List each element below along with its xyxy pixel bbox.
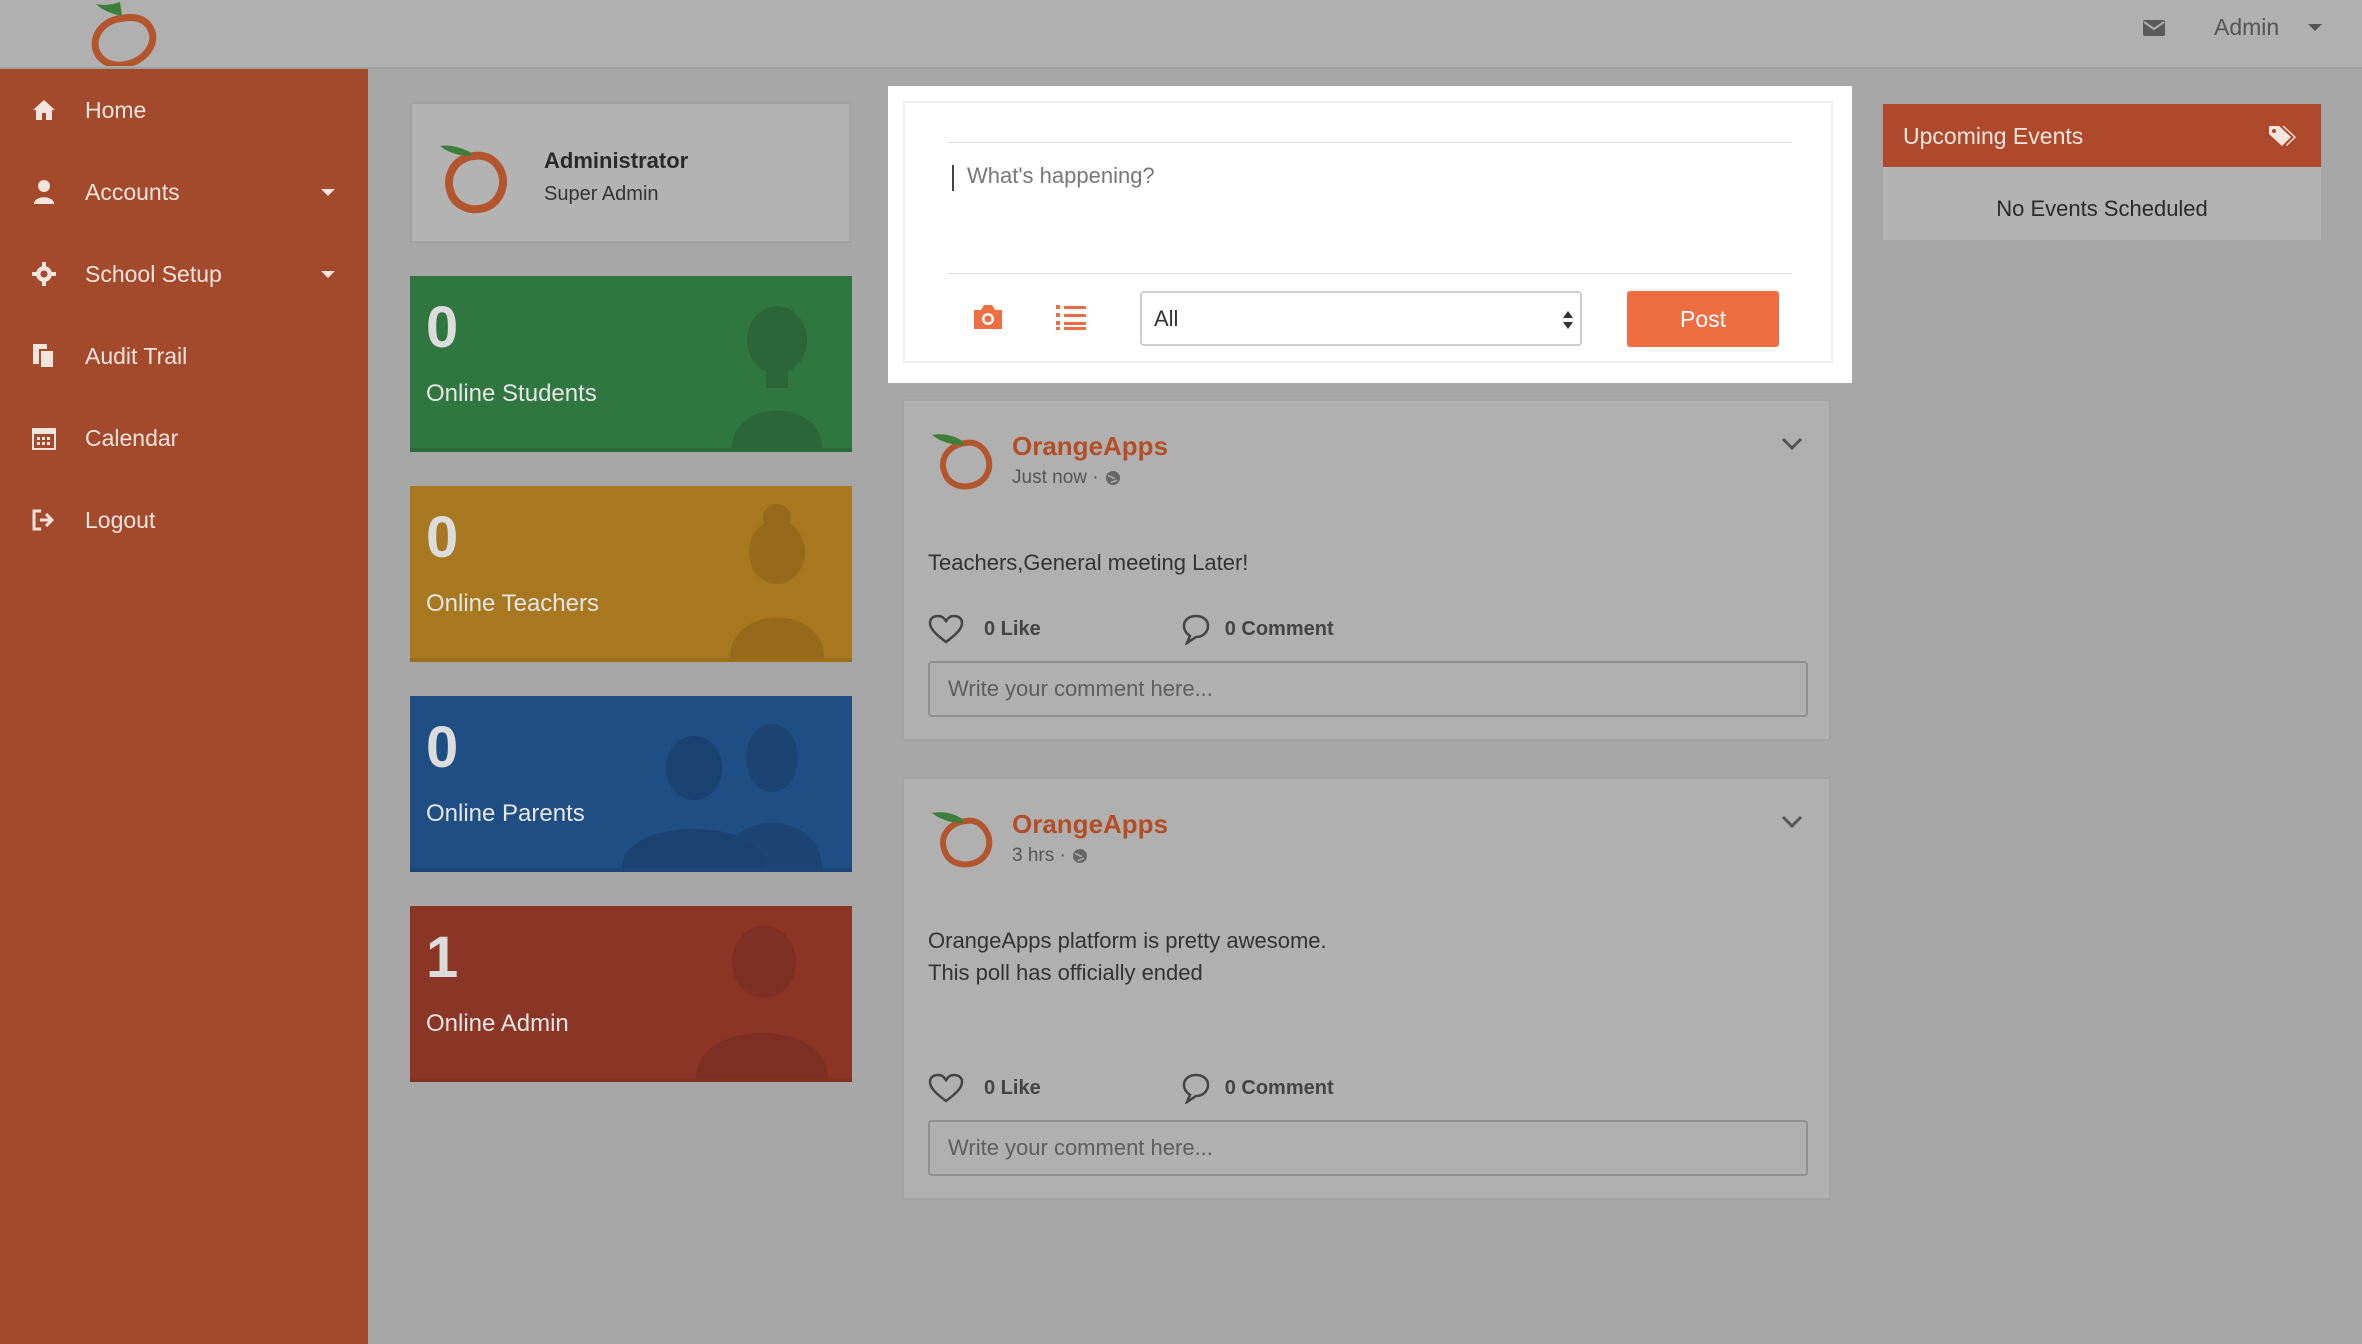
like-button[interactable]: 0 Like [928,1073,1041,1103]
sidebar: Home Accounts School Setup Audit Trail C… [0,69,368,1344]
post-actions: 0 Like 0 Comment [928,1072,1334,1104]
home-icon [30,96,58,124]
no-events-text: No Events Scheduled [1996,196,2208,221]
chevron-down-icon [321,188,335,196]
stat-count: 0 [426,715,459,780]
comment-count: 0 Comment [1224,1076,1334,1099]
admin-silhouette-icon [696,926,828,1078]
sidebar-item-label: Audit Trail [85,342,188,369]
comment-icon [1182,614,1209,645]
post-button[interactable]: Post [1627,291,1779,347]
composer-panel: All Post [888,86,1852,383]
sidebar-item-home[interactable]: Home [0,80,368,140]
feed-post: OrangeApps 3 hrs · OrangeApps platform i… [902,777,1831,1200]
stat-count: 0 [426,295,459,360]
like-count: 0 Like [984,617,1041,640]
heart-icon [928,614,964,644]
upcoming-events-header: Upcoming Events [1883,104,2321,167]
avatar[interactable] [928,423,998,493]
post-composer: All Post [903,101,1833,363]
top-bar: Admin [0,0,2362,69]
audience-select[interactable]: All [1140,291,1582,346]
post-actions: 0 Like 0 Comment [928,613,1334,645]
documents-icon [30,342,58,370]
upcoming-events-panel: Upcoming Events No Events Scheduled [1881,102,2323,242]
chevron-down-icon[interactable] [1781,437,1803,451]
online-admin-tile[interactable]: 1 Online Admin [410,906,852,1082]
stat-count: 0 [426,505,459,570]
sidebar-item-school-setup[interactable]: School Setup [0,244,368,304]
comment-input[interactable] [928,1120,1808,1176]
parents-silhouette-icon [622,724,822,868]
gear-icon [30,260,58,288]
like-count: 0 Like [984,1076,1041,1099]
sidebar-item-audit-trail[interactable]: Audit Trail [0,326,368,386]
post-body: Teachers,General meeting Later! [928,547,1248,579]
heart-icon [928,1073,964,1103]
feed-post: OrangeApps Just now · Teachers,General m… [902,399,1831,741]
divider [947,273,1792,274]
poll-list-icon[interactable] [1055,303,1087,331]
comment-input[interactable] [928,661,1808,717]
sidebar-item-logout[interactable]: Logout [0,490,368,550]
post-time: 3 hrs · [1012,845,1066,866]
tags-icon [2269,126,2296,146]
mail-icon[interactable] [2142,18,2166,38]
comment-icon [1182,1073,1209,1104]
camera-icon[interactable] [971,303,1005,331]
post-author[interactable]: OrangeApps [1012,431,1168,462]
stat-count: 1 [426,925,459,990]
stat-label: Online Parents [426,800,585,827]
sidebar-item-label: School Setup [85,260,222,287]
audience-select-value: All [1154,305,1179,331]
like-button[interactable]: 0 Like [928,614,1041,644]
profile-name: Administrator [544,148,689,173]
profile-card: Administrator Super Admin [410,102,851,243]
post-time: Just now · [1012,467,1099,488]
post-body: OrangeApps platform is pretty awesome. T… [928,925,1327,989]
divider [947,142,1792,143]
post-meta: Just now · [1012,467,1121,489]
logo-icon[interactable] [84,0,164,66]
online-parents-tile[interactable]: 0 Online Parents [410,696,852,872]
sidebar-item-label: Logout [85,506,156,533]
logout-icon [30,506,58,534]
student-silhouette-icon [732,306,822,448]
chevron-down-icon[interactable] [2308,24,2322,31]
calendar-icon [30,424,58,452]
stat-label: Online Teachers [426,590,599,617]
comment-button[interactable]: 0 Comment [1181,613,1334,645]
avatar[interactable] [928,801,998,871]
upcoming-events-title: Upcoming Events [1903,123,2084,149]
post-text: Teachers,General meeting Later! [928,550,1249,575]
status-input[interactable] [967,163,1787,263]
post-meta: 3 hrs · [1012,845,1088,867]
post-author[interactable]: OrangeApps [1012,809,1168,840]
avatar [440,145,507,214]
profile-role: Super Admin [544,183,659,205]
user-icon [30,178,58,206]
teacher-silhouette-icon [730,504,824,658]
select-arrows-icon [1563,311,1573,329]
sidebar-item-label: Accounts [85,178,180,205]
stat-label: Online Admin [426,1010,569,1037]
user-menu-label[interactable]: Admin [2214,14,2279,41]
online-teachers-tile[interactable]: 0 Online Teachers [410,486,852,662]
poll-status-text: This poll has officially ended [928,960,1203,985]
comment-count: 0 Comment [1224,617,1334,640]
sidebar-item-label: Home [85,96,147,123]
sidebar-item-accounts[interactable]: Accounts [0,162,368,222]
text-cursor [952,165,954,191]
comment-button[interactable]: 0 Comment [1181,1072,1334,1104]
sidebar-item-label: Calendar [85,424,179,451]
post-text: OrangeApps platform is pretty awesome. [928,928,1327,953]
globe-icon [1072,849,1087,863]
chevron-down-icon [321,270,335,278]
globe-icon [1105,471,1120,485]
chevron-down-icon[interactable] [1781,815,1803,829]
online-students-tile[interactable]: 0 Online Students [410,276,852,452]
sidebar-item-calendar[interactable]: Calendar [0,408,368,468]
stat-label: Online Students [426,380,597,407]
